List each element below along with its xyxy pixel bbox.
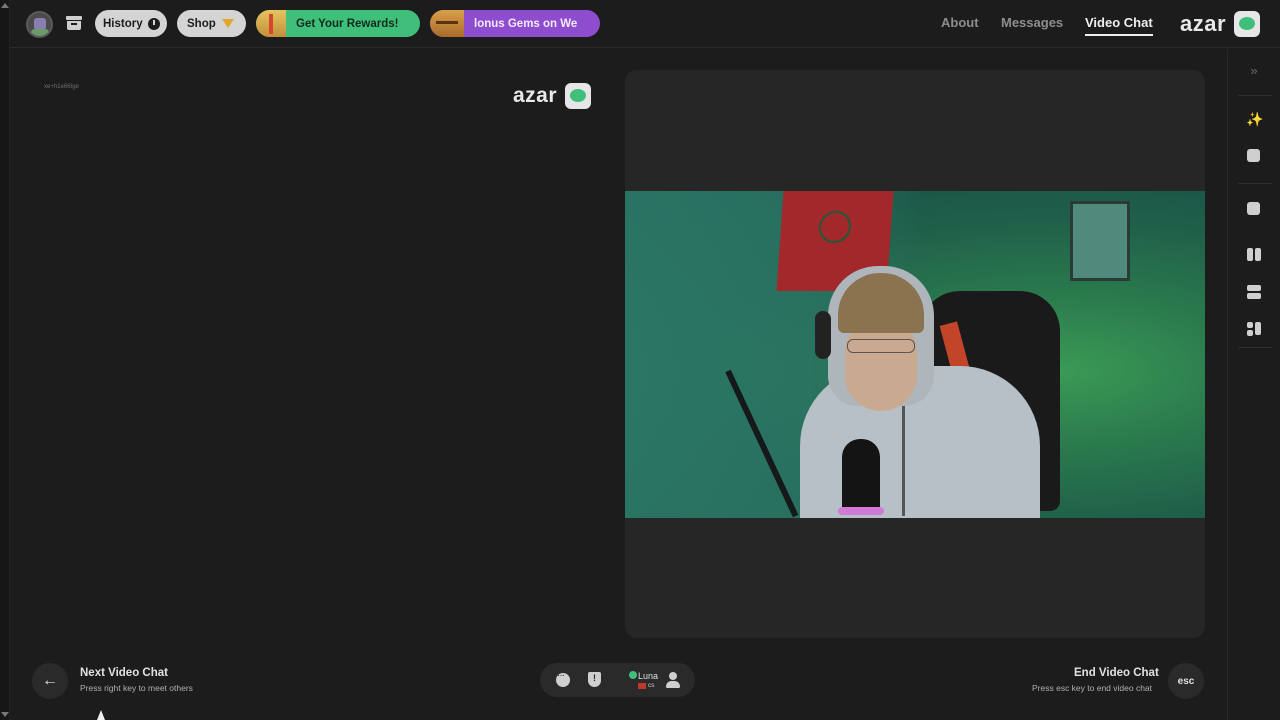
layout-side-by-side-icon[interactable]	[1246, 247, 1262, 263]
end-video-chat-button[interactable]: esc	[1168, 663, 1204, 699]
rail-divider	[1238, 347, 1272, 348]
top-bar: History Shop Get Your Rewards! lonus Gem…	[10, 0, 1280, 48]
layout-bar	[1255, 322, 1261, 335]
partner-country: cs	[648, 682, 655, 689]
chat-panel-brand: azar	[513, 83, 592, 109]
next-video-chat-button[interactable]: ←	[32, 663, 68, 699]
video-person-zip	[902, 396, 905, 516]
rail-divider	[1238, 95, 1272, 96]
rewards-button[interactable]: Get Your Rewards!	[256, 10, 420, 37]
chat-bubble-icon[interactable]	[556, 670, 570, 687]
bonus-gems-button[interactable]: lonus Gems on We	[430, 10, 600, 37]
shop-label: Shop	[187, 17, 216, 30]
nav-about[interactable]: About	[941, 15, 979, 30]
video-person-glasses	[847, 339, 915, 353]
online-status-icon	[629, 671, 637, 679]
remote-video-feed	[625, 191, 1205, 518]
video-person-face	[845, 321, 917, 411]
end-video-chat-hint: Press esc key to end video chat	[1032, 683, 1153, 693]
scroll-down-icon[interactable]	[1, 712, 9, 717]
country-flag-icon	[638, 683, 646, 689]
layout-bar	[1247, 248, 1253, 261]
collapse-panel-icon[interactable]: »	[1246, 63, 1262, 79]
layout-bar	[1247, 322, 1253, 328]
layout-grid-icon[interactable]	[1246, 321, 1262, 337]
history-label: History	[103, 17, 143, 30]
treasure-chest-icon	[430, 10, 464, 37]
esc-label: esc	[1177, 675, 1195, 687]
nav-video-chat[interactable]: Video Chat	[1085, 15, 1153, 30]
report-shield-icon[interactable]	[588, 672, 601, 687]
inbox-archive-button[interactable]	[64, 13, 84, 33]
user-avatar[interactable]	[26, 11, 53, 38]
brand-wordmark: azar	[1180, 11, 1227, 36]
camera-off-icon[interactable]	[1246, 201, 1262, 217]
right-tool-rail: » ✨	[1227, 49, 1280, 720]
video-microphone	[842, 439, 880, 515]
video-card	[625, 70, 1205, 638]
history-button[interactable]: History	[95, 10, 167, 37]
brand-logo-link[interactable]: azar	[1180, 11, 1261, 37]
next-video-chat-title: Next Video Chat	[80, 667, 168, 679]
chat-panel: xe+h1e66Ige azar	[10, 49, 614, 649]
partner-profile-icon[interactable]	[666, 672, 680, 688]
camera-off-icon-shape	[1247, 202, 1260, 215]
chat-azar-logo-icon	[565, 83, 592, 109]
chat-panel-caption: xe+h1e66Ige	[44, 84, 79, 90]
clock-icon	[147, 17, 160, 30]
next-video-chat-hint: Press right key to meet others	[80, 683, 193, 693]
azar-logo-icon	[1234, 11, 1261, 37]
gems-label: lonus Gems on We	[474, 17, 578, 30]
partner-name: Luna	[638, 671, 659, 681]
page-scrollbar[interactable]	[0, 0, 10, 720]
rewards-label: Get Your Rewards!	[296, 17, 399, 30]
video-headphone	[815, 311, 831, 359]
mouse-cursor-icon	[97, 710, 105, 720]
archive-lid-icon	[66, 16, 82, 20]
gift-icon	[256, 10, 286, 37]
gem-icon	[221, 19, 234, 28]
active-nav-underline	[1085, 34, 1153, 36]
layout-bar	[1247, 293, 1261, 299]
magic-wand-icon[interactable]: ✨	[1246, 111, 1263, 127]
avatar-body-icon	[31, 29, 49, 36]
shop-button[interactable]: Shop	[177, 10, 246, 37]
bottom-bar: ← Next Video Chat Press right key to mee…	[10, 650, 1226, 720]
video-wall-frame	[1070, 201, 1130, 281]
end-video-chat-title: End Video Chat	[1074, 667, 1159, 679]
nav-messages[interactable]: Messages	[1001, 15, 1063, 30]
face-filter-icon-shape	[1247, 149, 1260, 162]
layout-stacked-icon[interactable]	[1246, 284, 1262, 300]
rail-divider	[1238, 183, 1272, 184]
chat-brand-wordmark: azar	[513, 84, 558, 107]
face-filter-icon[interactable]	[1246, 148, 1262, 164]
video-mic-ring	[838, 507, 884, 515]
partner-info-pill: Luna cs	[540, 663, 695, 697]
layout-bar	[1247, 330, 1253, 336]
scroll-up-icon[interactable]	[1, 3, 9, 8]
arrow-left-icon: ←	[42, 672, 58, 689]
layout-bar	[1247, 285, 1261, 291]
archive-slot-icon	[71, 23, 77, 25]
layout-bar	[1255, 248, 1261, 261]
